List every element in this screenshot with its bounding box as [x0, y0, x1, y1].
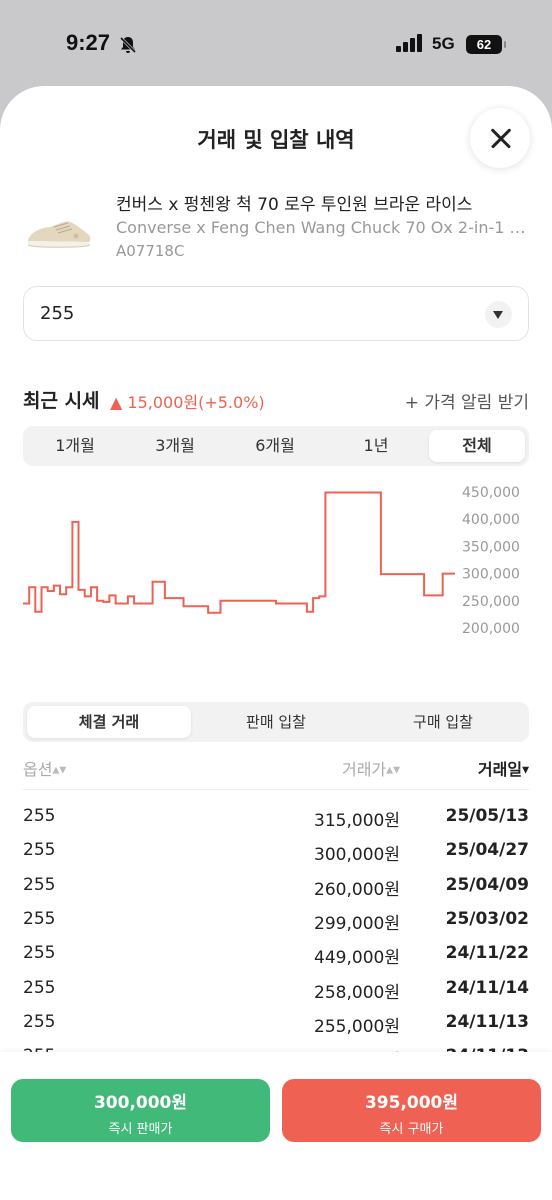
network-label: 5G: [432, 34, 455, 53]
period-tabs: 1개월 3개월 6개월 1년 전체: [23, 426, 529, 466]
bell-slash-icon: [119, 36, 137, 54]
cell-date: 25/05/13: [445, 806, 529, 826]
tab-completed-trades[interactable]: 체결 거래: [27, 706, 191, 738]
cell-option: 255: [23, 840, 56, 861]
tab-buy-bids[interactable]: 구매 입찰: [361, 706, 525, 738]
cell-date: 25/04/27: [445, 840, 529, 861]
table-row: 255 299,000원 25/03/02: [0, 909, 552, 943]
battery-icon: 62: [466, 35, 506, 54]
product-code: A07718C: [116, 242, 185, 260]
instant-sell-button[interactable]: 300,000원 즉시 판매가: [11, 1079, 270, 1142]
table-row: 255 260,000원 25/04/09: [0, 875, 552, 909]
sort-desc-icon: ▼: [522, 765, 529, 776]
cell-price: 258,000원: [314, 982, 400, 1003]
y-tick-label: 400,000: [462, 512, 520, 528]
chevron-down-icon[interactable]: [485, 301, 512, 328]
price-alert-button[interactable]: + 가격 알림 받기: [405, 388, 529, 413]
status-time: 9:27: [66, 30, 111, 55]
cell-date: 24/11/13: [445, 1011, 529, 1032]
cell-price: 255,000원: [314, 1016, 400, 1037]
period-tab-all[interactable]: 전체: [429, 430, 525, 462]
product-name-en: Converse x Feng Chen Wang Chuck 70 Ox 2-…: [116, 218, 532, 237]
trade-tabs: 체결 거래 판매 입찰 구매 입찰: [23, 702, 529, 742]
product-name-ko: 컨버스 x 펑첸왕 척 70 로우 투인원 브라운 라이스: [116, 195, 473, 215]
trade-history-sheet: 거래 및 입찰 내역 컨버스 x 펑첸왕 척 70 로우 투인원 브라운 라이스…: [0, 86, 552, 1200]
price-chart: 450,000 400,000 350,000 300,000 250,000 200,0…: [23, 485, 520, 637]
cell-date: 25/04/09: [445, 874, 529, 895]
y-tick-label: 300,000: [462, 567, 520, 583]
price-series-line: [23, 491, 455, 614]
cell-option: 255: [23, 908, 56, 929]
y-tick-label: 250,000: [462, 594, 520, 610]
cell-option: 255: [23, 806, 56, 826]
cell-option: 255: [23, 1011, 56, 1032]
cell-price: 300,000원: [314, 845, 400, 866]
cell-option: 255: [23, 943, 56, 964]
table-row: 255 300,000원 25/04/27: [0, 840, 552, 874]
size-select[interactable]: 255: [23, 286, 529, 341]
size-value: 255: [40, 303, 75, 324]
cell-date: 24/11/14: [445, 977, 529, 998]
period-tab-1m[interactable]: 1개월: [27, 430, 123, 462]
header-date[interactable]: 거래일▼: [478, 756, 529, 780]
table-row: 255 258,000원 24/11/14: [0, 978, 552, 1012]
header-price[interactable]: 거래가▲▼: [342, 756, 400, 780]
signal-icon: [396, 34, 422, 52]
y-tick-label: 200,000: [462, 621, 520, 637]
table-row: 255 255,000원 24/11/13: [0, 1012, 552, 1046]
cell-option: 255: [23, 977, 56, 998]
price-change: ▲ 15,000원(+5.0%): [110, 393, 265, 412]
cell-date: 24/11/22: [445, 943, 529, 964]
close-icon[interactable]: [470, 108, 530, 168]
instant-buy-button[interactable]: 395,000원 즉시 구매가: [282, 1079, 541, 1142]
status-bar: 9:27 5G 62: [0, 0, 552, 90]
tab-sell-bids[interactable]: 판매 입찰: [194, 706, 358, 738]
table-row: 255 315,000원 25/05/13: [0, 806, 552, 840]
y-tick-label: 350,000: [462, 539, 520, 555]
sort-icon: ▲▼: [52, 765, 67, 776]
cell-option: 255: [23, 874, 56, 895]
cell-price: 315,000원: [314, 811, 400, 831]
recent-price-label: 최근 시세: [23, 390, 100, 412]
y-tick-label: 450,000: [462, 485, 520, 501]
cell-price: 299,000원: [314, 913, 400, 934]
period-tab-6m[interactable]: 6개월: [227, 430, 323, 462]
sort-icon: ▲▼: [386, 765, 400, 776]
bottom-action-bar: 300,000원 즉시 판매가 395,000원 즉시 구매가: [0, 1052, 552, 1200]
cell-date: 25/03/02: [445, 908, 529, 929]
cell-price: 260,000원: [314, 879, 400, 900]
product-image: [27, 221, 91, 248]
divider: [23, 789, 529, 790]
period-tab-3m[interactable]: 3개월: [127, 430, 223, 462]
period-tab-1y[interactable]: 1년: [328, 430, 424, 462]
table-row: 255 449,000원 24/11/22: [0, 943, 552, 977]
cell-price: 449,000원: [314, 948, 400, 969]
header-option[interactable]: 옵션▲▼: [23, 756, 66, 780]
